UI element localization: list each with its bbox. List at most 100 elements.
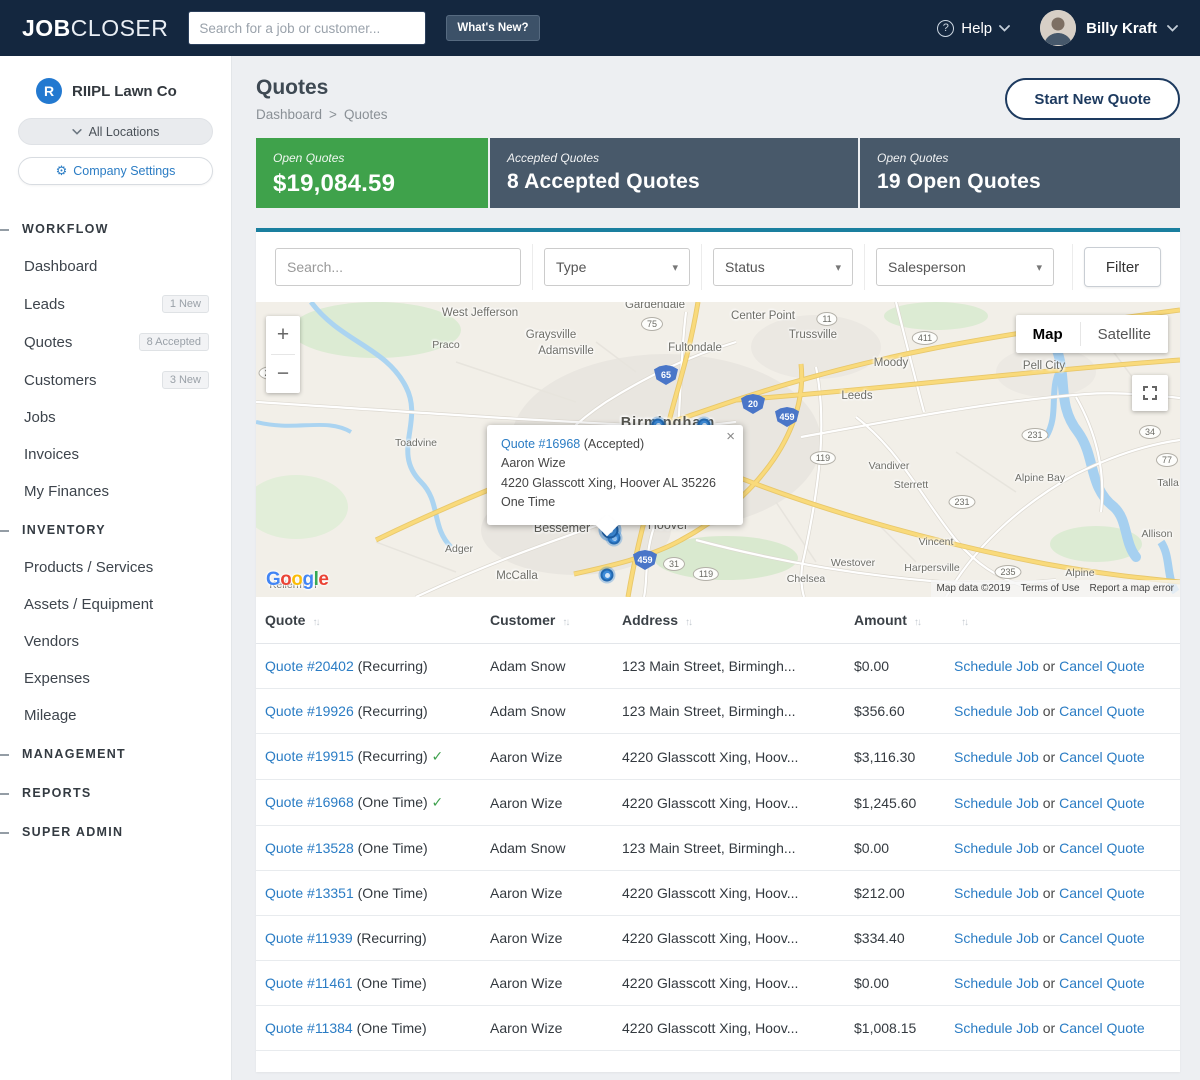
cancel-quote-link[interactable]: Cancel Quote xyxy=(1059,703,1145,719)
sort-icon[interactable]: ↑↓ xyxy=(961,617,967,628)
schedule-job-link[interactable]: Schedule Job xyxy=(954,840,1039,856)
zoom-in-button[interactable]: + xyxy=(266,316,300,354)
actions-separator: or xyxy=(1039,840,1059,856)
sidebar-item-customers[interactable]: Customers3 New xyxy=(0,361,231,399)
quote-link[interactable]: Quote #11384 xyxy=(265,1020,353,1036)
route-shield: 31 xyxy=(663,557,685,571)
address-cell: 123 Main Street, Birmingh... xyxy=(612,826,844,871)
cancel-quote-link[interactable]: Cancel Quote xyxy=(1059,885,1145,901)
map-type-map-button[interactable]: Map xyxy=(1016,326,1080,343)
cancel-quote-link[interactable]: Cancel Quote xyxy=(1059,658,1145,674)
quote-link[interactable]: Quote #11461 xyxy=(265,975,353,991)
filter-button[interactable]: Filter xyxy=(1084,247,1161,287)
locations-dropdown[interactable]: All Locations xyxy=(18,118,213,145)
schedule-job-link[interactable]: Schedule Job xyxy=(954,930,1039,946)
quote-link[interactable]: Quote #16968 xyxy=(265,794,354,810)
company-header[interactable]: R RIIPL Lawn Co xyxy=(0,56,231,116)
stat-label: Open Quotes xyxy=(877,151,1163,165)
user-menu[interactable]: Billy Kraft xyxy=(1040,10,1178,46)
sidebar-item-vendors[interactable]: Vendors xyxy=(0,623,231,660)
quote-type: (One Time) xyxy=(354,840,428,856)
sidebar-item-label: Dashboard xyxy=(24,258,97,275)
close-icon[interactable]: × xyxy=(726,429,735,444)
help-menu[interactable]: ? Help xyxy=(937,20,1010,37)
sidebar-item-label: Quotes xyxy=(24,334,72,351)
whats-new-button[interactable]: What's New? xyxy=(446,15,539,41)
amount-cell: $3,116.30 xyxy=(844,734,944,780)
sidebar-item-label: My Finances xyxy=(24,483,109,500)
schedule-job-link[interactable]: Schedule Job xyxy=(954,1020,1039,1036)
sidebar-item-expenses[interactable]: Expenses xyxy=(0,660,231,697)
table-row: Quote #11939 (Recurring)Aaron Wize4220 G… xyxy=(256,916,1180,961)
map-data-credit: Map data ©2019 xyxy=(937,583,1011,594)
terms-of-use-link[interactable]: Terms of Use xyxy=(1021,583,1080,594)
column-header-quote[interactable]: Quote↑↓ xyxy=(256,597,480,644)
sidebar-item-mileage[interactable]: Mileage xyxy=(0,697,231,734)
column-header-actions[interactable]: ↑↓ xyxy=(944,597,1180,644)
quote-link[interactable]: Quote #20402 xyxy=(265,658,354,674)
route-shield: 231 xyxy=(1021,428,1048,442)
sidebar-item-leads[interactable]: Leads1 New xyxy=(0,285,231,323)
status-select[interactable]: Status▾ xyxy=(713,248,853,286)
sidebar-item-dashboard[interactable]: Dashboard xyxy=(0,248,231,285)
map-place-label: Gardendale xyxy=(625,302,685,311)
amount-cell: $0.00 xyxy=(844,961,944,1006)
sort-icon[interactable]: ↑↓ xyxy=(914,617,920,628)
customer-cell: Adam Snow xyxy=(480,644,612,689)
route-shield: 235 xyxy=(994,565,1021,579)
status-select-value: Status xyxy=(725,259,765,275)
schedule-job-link[interactable]: Schedule Job xyxy=(954,975,1039,991)
schedule-job-link[interactable]: Schedule Job xyxy=(954,658,1039,674)
column-header-address[interactable]: Address↑↓ xyxy=(612,597,844,644)
logo-bold: JOB xyxy=(22,15,71,41)
quote-type: (One Time) xyxy=(354,885,428,901)
report-map-error-link[interactable]: Report a map error xyxy=(1090,583,1174,594)
app-logo[interactable]: JOBCLOSER xyxy=(22,15,168,42)
map-marker[interactable] xyxy=(601,569,614,582)
salesperson-select[interactable]: Salesperson▾ xyxy=(876,248,1054,286)
quote-link[interactable]: Quote #19926 xyxy=(265,703,354,719)
sidebar-item-invoices[interactable]: Invoices xyxy=(0,436,231,473)
zoom-out-button[interactable]: − xyxy=(266,355,300,393)
sort-icon[interactable]: ↑↓ xyxy=(562,617,568,628)
cancel-quote-link[interactable]: Cancel Quote xyxy=(1059,930,1145,946)
map-canvas[interactable]: × Quote #16968 (Accepted) Aaron Wize 422… xyxy=(256,302,1180,597)
sidebar-item-quotes[interactable]: Quotes8 Accepted xyxy=(0,323,231,361)
sidebar-item-products-services[interactable]: Products / Services xyxy=(0,549,231,586)
sidebar-item-my-finances[interactable]: My Finances xyxy=(0,473,231,510)
sidebar-item-label: Expenses xyxy=(24,670,90,687)
schedule-job-link[interactable]: Schedule Job xyxy=(954,749,1039,765)
cancel-quote-link[interactable]: Cancel Quote xyxy=(1059,749,1145,765)
quote-link[interactable]: Quote #19915 xyxy=(265,748,354,764)
schedule-job-link[interactable]: Schedule Job xyxy=(954,703,1039,719)
map-type-satellite-button[interactable]: Satellite xyxy=(1081,326,1168,343)
stat-card: Open Quotes 19 Open Quotes xyxy=(860,138,1180,208)
quote-link[interactable]: Quote #13528 xyxy=(265,840,354,856)
schedule-job-link[interactable]: Schedule Job xyxy=(954,795,1039,811)
sidebar-item-jobs[interactable]: Jobs xyxy=(0,399,231,436)
column-header-customer[interactable]: Customer↑↓ xyxy=(480,597,612,644)
sidebar-item-label: Products / Services xyxy=(24,559,153,576)
fullscreen-button[interactable] xyxy=(1132,375,1168,411)
start-new-quote-button[interactable]: Start New Quote xyxy=(1005,78,1180,120)
quotes-search-input[interactable] xyxy=(275,248,521,286)
sidebar-item-assets-equipment[interactable]: Assets / Equipment xyxy=(0,586,231,623)
breadcrumb-dashboard-link[interactable]: Dashboard xyxy=(256,107,322,122)
schedule-job-link[interactable]: Schedule Job xyxy=(954,885,1039,901)
cancel-quote-link[interactable]: Cancel Quote xyxy=(1059,975,1145,991)
cancel-quote-link[interactable]: Cancel Quote xyxy=(1059,1020,1145,1036)
company-settings-button[interactable]: ⚙ Company Settings xyxy=(18,157,213,185)
gear-icon: ⚙ xyxy=(56,163,68,179)
quote-link[interactable]: Quote #13351 xyxy=(265,885,354,901)
cancel-quote-link[interactable]: Cancel Quote xyxy=(1059,795,1145,811)
sort-icon[interactable]: ↑↓ xyxy=(312,617,318,628)
actions-separator: or xyxy=(1039,885,1059,901)
column-header-amount[interactable]: Amount↑↓ xyxy=(844,597,944,644)
infowindow-quote-link[interactable]: Quote #16968 xyxy=(501,437,580,451)
quote-link[interactable]: Quote #11939 xyxy=(265,930,353,946)
type-select[interactable]: Type▾ xyxy=(544,248,690,286)
sort-icon[interactable]: ↑↓ xyxy=(685,617,691,628)
google-logo[interactable]: Google xyxy=(266,569,328,591)
global-search-input[interactable] xyxy=(188,11,426,45)
cancel-quote-link[interactable]: Cancel Quote xyxy=(1059,840,1145,856)
